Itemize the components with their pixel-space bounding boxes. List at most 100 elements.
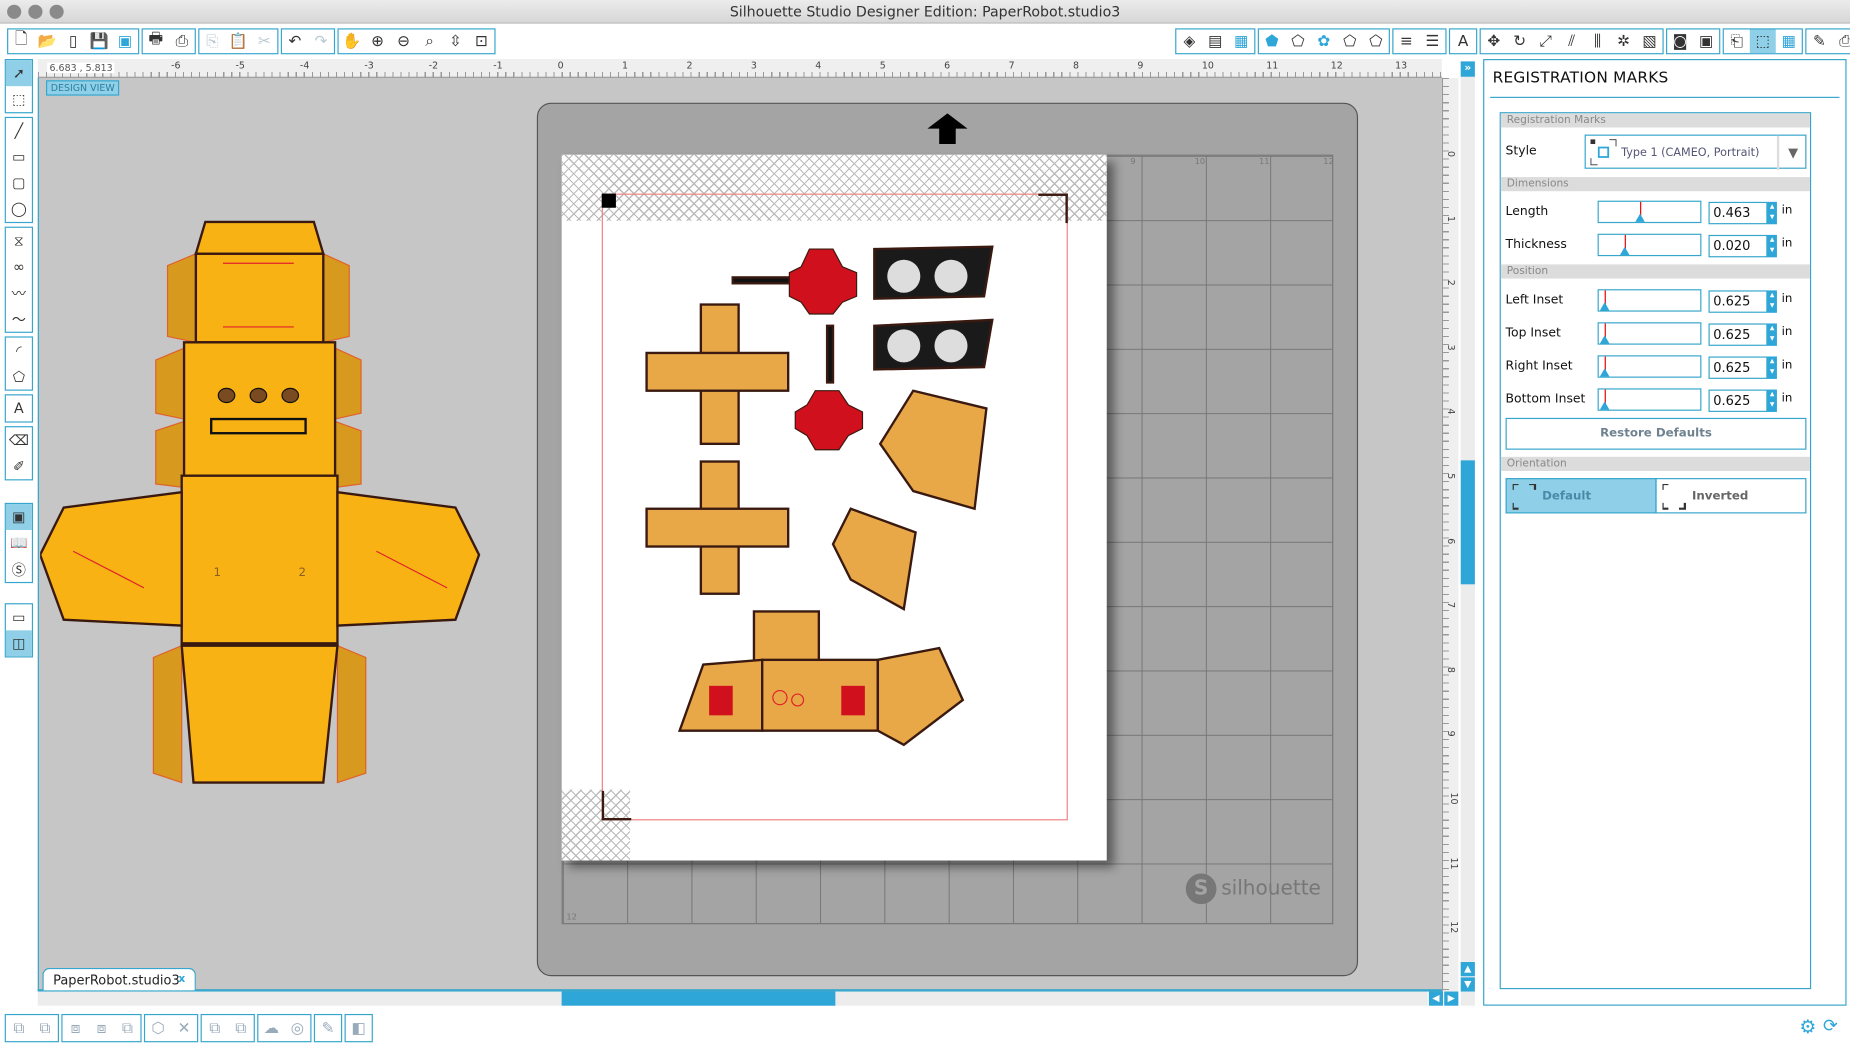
grid-icon[interactable]: ▦ bbox=[1776, 30, 1802, 54]
ellipse-tool-icon[interactable]: ◯ bbox=[6, 196, 32, 222]
library-tool-icon[interactable]: 📖 bbox=[6, 530, 32, 556]
gradient-fill-icon[interactable]: ▤ bbox=[1202, 30, 1228, 54]
orientation-default-button[interactable]: Default bbox=[1505, 478, 1657, 514]
arc-tool-icon[interactable]: ◜ bbox=[6, 338, 32, 364]
trace-target-icon[interactable]: ◎ bbox=[284, 1016, 310, 1040]
print-icon[interactable]: 🖶 bbox=[143, 30, 169, 54]
single-panel-tool-icon[interactable]: ▭ bbox=[6, 604, 32, 630]
fit-to-page-icon[interactable]: ⊡ bbox=[468, 30, 494, 54]
eraser-tool-icon[interactable]: ⌫ bbox=[6, 427, 32, 453]
scroll-down-button[interactable]: ▼ bbox=[1460, 977, 1475, 992]
delete-icon[interactable]: ✕ bbox=[171, 1016, 197, 1040]
slider-handle[interactable] bbox=[1600, 335, 1610, 344]
zoom-out-icon[interactable]: ⊖ bbox=[391, 30, 417, 54]
save-to-sd-icon[interactable]: ▣ bbox=[112, 30, 138, 54]
printed-robot-parts[interactable] bbox=[562, 155, 1107, 861]
transform-icon[interactable]: ✥ bbox=[1481, 30, 1507, 54]
knife-tool-icon[interactable]: ✐ bbox=[6, 453, 32, 479]
slider-handle[interactable] bbox=[1600, 302, 1610, 311]
curve-tool-icon[interactable]: ∞ bbox=[6, 254, 32, 280]
scroll-left-button[interactable]: ◀ bbox=[1428, 991, 1444, 1006]
style-dropdown[interactable]: Type 1 (CAMEO, Portrait) ▼ bbox=[1584, 134, 1807, 170]
send-backward-icon[interactable]: ⧉ bbox=[202, 1016, 228, 1040]
collapse-panel-button[interactable]: » bbox=[1460, 61, 1475, 77]
smooth-freehand-tool-icon[interactable]: 〜 bbox=[6, 306, 32, 332]
redo-icon[interactable]: ↷ bbox=[308, 30, 334, 54]
open-folder-icon[interactable]: 📂 bbox=[34, 30, 60, 54]
shear-icon[interactable]: ⫽ bbox=[1559, 30, 1585, 54]
right-inset-slider[interactable] bbox=[1597, 355, 1702, 378]
new-document-icon[interactable]: 🗋 bbox=[8, 30, 34, 54]
copy-icon[interactable]: ⎘ bbox=[199, 30, 225, 54]
horizontal-scroll-thumb[interactable] bbox=[561, 991, 836, 1006]
group-icon[interactable]: ⧉ bbox=[6, 1016, 32, 1040]
cut-icon[interactable]: ✂ bbox=[251, 30, 277, 54]
text-tool-icon[interactable]: A bbox=[6, 395, 32, 421]
restore-defaults-button[interactable]: Restore Defaults bbox=[1505, 417, 1807, 450]
bottom-inset-stepper[interactable]: ▲ ▼ bbox=[1767, 389, 1777, 412]
media-library-icon[interactable]: ◙ bbox=[1667, 30, 1693, 54]
trace-icon[interactable]: ⬠ bbox=[1337, 30, 1363, 54]
slider-handle[interactable] bbox=[1600, 368, 1610, 377]
slider-handle[interactable] bbox=[1635, 213, 1646, 222]
offset-shape-icon[interactable]: ☁ bbox=[258, 1016, 284, 1040]
bottom-inset-slider[interactable] bbox=[1597, 388, 1702, 411]
length-input[interactable]: 0.463 bbox=[1708, 201, 1768, 225]
orientation-inverted-button[interactable]: Inverted bbox=[1655, 478, 1807, 514]
document-tab[interactable]: PaperRobot.studio3 x bbox=[42, 967, 196, 991]
settings-gear-icon[interactable]: ⚙ bbox=[1799, 1015, 1816, 1037]
sketch-icon[interactable]: ⬠ bbox=[1363, 30, 1389, 54]
zoom-window-button[interactable] bbox=[49, 4, 64, 19]
page-setup-icon[interactable]: ⎗ bbox=[1724, 30, 1750, 54]
left-inset-slider[interactable] bbox=[1597, 289, 1702, 312]
scroll-right-button[interactable]: ▶ bbox=[1444, 991, 1459, 1006]
replicate-icon[interactable]: ✲ bbox=[1611, 30, 1637, 54]
polygon-tool-icon[interactable]: ⧖ bbox=[6, 228, 32, 254]
right-inset-input[interactable]: 0.625 bbox=[1708, 356, 1768, 379]
pan-hand-icon[interactable]: ✋ bbox=[339, 30, 365, 54]
zoom-select-icon[interactable]: ⌕ bbox=[417, 30, 443, 54]
bottom-inset-input[interactable]: 0.625 bbox=[1708, 389, 1768, 412]
undo-icon[interactable]: ↶ bbox=[282, 30, 308, 54]
rounded-rectangle-tool-icon[interactable]: ▢ bbox=[6, 170, 32, 196]
left-inset-stepper[interactable]: ▲ ▼ bbox=[1767, 290, 1777, 313]
cut-settings-icon[interactable]: ▣ bbox=[1693, 30, 1719, 54]
thickness-slider[interactable] bbox=[1597, 233, 1702, 257]
save-icon[interactable]: 💾 bbox=[86, 30, 112, 54]
line-style-icon[interactable]: ⬠ bbox=[1285, 30, 1311, 54]
freehand-tool-icon[interactable]: 〰 bbox=[6, 280, 32, 306]
length-slider[interactable] bbox=[1597, 200, 1702, 224]
pattern-fill-icon[interactable]: ▦ bbox=[1228, 30, 1254, 54]
top-inset-stepper[interactable]: ▲ ▼ bbox=[1767, 323, 1777, 346]
thickness-stepper[interactable]: ▲ ▼ bbox=[1767, 234, 1777, 258]
text-style-icon[interactable]: A bbox=[1450, 30, 1476, 54]
cut-send-icon[interactable]: ⎙ bbox=[1832, 30, 1850, 54]
weld-icon[interactable]: ⬡ bbox=[145, 1016, 171, 1040]
rectangle-tool-icon[interactable]: ▭ bbox=[6, 144, 32, 170]
line-tool-icon[interactable]: ╱ bbox=[6, 118, 32, 144]
line-color-icon[interactable]: ⬟ bbox=[1259, 30, 1285, 54]
length-stepper[interactable]: ▲ ▼ bbox=[1767, 201, 1777, 225]
align-icon[interactable]: ⫼ bbox=[1585, 30, 1611, 54]
ungroup-icon[interactable]: ⧉ bbox=[32, 1016, 58, 1040]
send-to-silhouette-icon[interactable]: ✎ bbox=[1806, 30, 1832, 54]
modify-icon[interactable]: ▧ bbox=[1637, 30, 1663, 54]
print-and-cut-icon[interactable]: ⎙ bbox=[169, 30, 195, 54]
regular-polygon-tool-icon[interactable]: ⬠ bbox=[6, 364, 32, 390]
split-panel-tool-icon[interactable]: ◫ bbox=[5, 630, 32, 657]
paste-icon[interactable]: 📋 bbox=[225, 30, 251, 54]
scroll-up-button[interactable]: ▲ bbox=[1460, 962, 1475, 977]
offset-icon[interactable]: ✿ bbox=[1311, 30, 1337, 54]
registration-marks-icon[interactable]: ⬚ bbox=[1749, 29, 1776, 54]
bring-forward-icon[interactable]: ⧉ bbox=[114, 1016, 140, 1040]
close-window-button[interactable] bbox=[7, 4, 22, 19]
top-inset-input[interactable]: 0.625 bbox=[1708, 323, 1768, 346]
line-color-lines-icon[interactable]: ≡ bbox=[1393, 30, 1419, 54]
slider-handle[interactable] bbox=[1620, 246, 1630, 255]
vertical-scroll-thumb[interactable] bbox=[1460, 460, 1475, 585]
drag-zoom-icon[interactable]: ⇳ bbox=[442, 30, 468, 54]
minimize-window-button[interactable] bbox=[28, 4, 43, 19]
make-compound-path-icon[interactable]: ⧈ bbox=[63, 1016, 89, 1040]
scale-icon[interactable]: ⤢ bbox=[1533, 30, 1559, 54]
open-library-icon[interactable]: ▯ bbox=[60, 30, 86, 54]
